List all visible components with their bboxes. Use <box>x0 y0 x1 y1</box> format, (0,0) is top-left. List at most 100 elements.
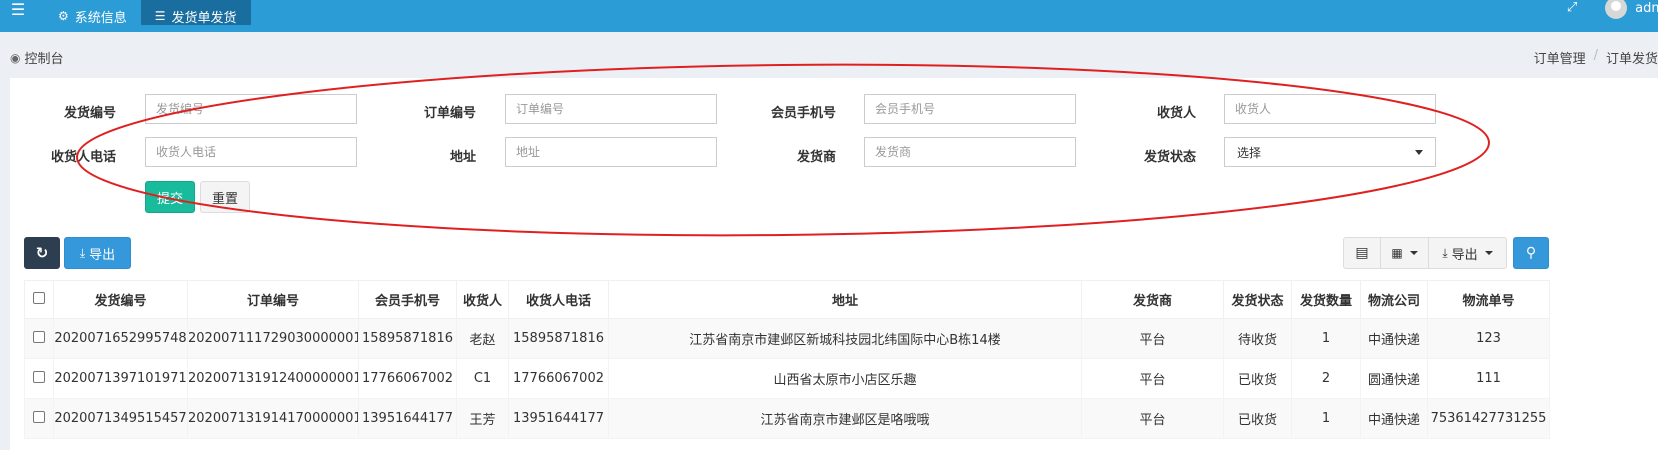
row-checkbox-cell <box>24 358 54 399</box>
chevron-down-icon <box>1484 251 1493 255</box>
navbar-right: ⤢ adm <box>1557 0 1658 32</box>
row-checkbox[interactable] <box>33 410 45 423</box>
chevron-down-icon <box>1415 149 1423 155</box>
column-header[interactable]: 物流单号 <box>1427 280 1550 319</box>
export-label: 导出 <box>89 247 116 263</box>
table-cell: 2020071397101971 <box>53 358 188 399</box>
table-cell: 202007131912400000001 <box>187 358 359 399</box>
table-cell: 老赵 <box>456 318 509 359</box>
table-cell: 待收货 <box>1223 318 1292 359</box>
gears-icon: ⚙ <box>58 9 69 23</box>
shipping-status-value: 选择 <box>1237 145 1262 160</box>
table-cell: 15895871816 <box>508 318 609 359</box>
table-cell: 中通快递 <box>1360 318 1428 359</box>
label-shipping-no: 发货编号 <box>63 106 116 121</box>
table-cell: C1 <box>456 358 509 399</box>
main-panel: 发货编号 订单编号 会员手机号 收货人 收货人电话 地址 发货商 发货状态 选择… <box>10 78 1658 450</box>
export-icon: ⤓ <box>1442 245 1448 260</box>
column-header[interactable]: 发货商 <box>1081 280 1224 319</box>
table-cell: 17766067002 <box>508 358 609 399</box>
toggle-view-button[interactable]: ▤ <box>1343 237 1381 269</box>
table-row[interactable]: 2020071349515457 202007131914170000001 1… <box>24 398 1550 439</box>
table-cell: 2020071349515457 <box>53 398 188 439</box>
refresh-button[interactable]: ↻ <box>24 237 60 269</box>
select-all-cell <box>24 280 54 319</box>
table-cell: 中通快递 <box>1360 398 1428 439</box>
tab-system-info[interactable]: ⚙ 系统信息 <box>44 0 141 26</box>
member-phone-input[interactable] <box>864 94 1076 124</box>
label-address: 地址 <box>449 150 476 165</box>
table-cell: 13951644177 <box>508 398 609 439</box>
menu-toggle-icon[interactable]: ☰ <box>0 0 36 25</box>
receiver-phone-input[interactable] <box>145 137 357 167</box>
table-cell: 2 <box>1291 358 1361 399</box>
address-input[interactable] <box>505 137 717 167</box>
tab-label: 发货单发货 <box>171 10 237 26</box>
label-receiver-phone: 收货人电话 <box>50 150 116 165</box>
shipping-no-input[interactable] <box>145 94 357 124</box>
table-cell: 13951644177 <box>358 398 457 439</box>
breadcrumb-item[interactable]: 订单管理 <box>1534 48 1586 67</box>
label-receiver: 收货人 <box>1156 106 1196 121</box>
label-order-no: 订单编号 <box>423 106 476 121</box>
table-cell: 2020071652995748 <box>53 318 188 359</box>
column-header[interactable]: 发货状态 <box>1223 280 1292 319</box>
top-navbar: ☰ ⚙ 系统信息 ☰ 发货单发货 ⤢ adm <box>0 0 1658 32</box>
search-button[interactable]: ⚲ <box>1513 237 1549 269</box>
export-dropdown-label: 导出 <box>1451 247 1478 263</box>
table-row[interactable]: 2020071397101971 202007131912400000001 1… <box>24 358 1550 399</box>
supplier-input[interactable] <box>864 137 1076 167</box>
avatar <box>1605 0 1628 19</box>
table-cell: 202007111729030000001 <box>187 318 359 359</box>
table-cell: 75361427731255 <box>1427 398 1550 439</box>
tab-shipping-dispatch[interactable]: ☰ 发货单发货 <box>140 0 251 26</box>
column-header[interactable]: 发货数量 <box>1291 280 1361 319</box>
breadcrumb-separator: / <box>1593 48 1598 63</box>
column-header[interactable]: 地址 <box>608 280 1082 319</box>
search-icon: ⚲ <box>1525 245 1537 261</box>
table-cell: 已收货 <box>1223 358 1292 399</box>
table-cell: 202007131914170000001 <box>187 398 359 439</box>
order-no-input[interactable] <box>505 94 717 124</box>
reset-button[interactable]: 重置 <box>200 181 250 213</box>
row-checkbox-cell <box>24 398 54 439</box>
breadcrumb-item: 订单发货 <box>1605 52 1658 67</box>
submit-button[interactable]: 提交 <box>145 181 195 213</box>
row-checkbox[interactable] <box>33 330 45 343</box>
column-header[interactable]: 订单编号 <box>187 280 359 319</box>
list-icon: ☰ <box>154 9 166 23</box>
table-cell: 山西省太原市小店区乐趣 <box>608 358 1082 399</box>
table-cell: 123 <box>1427 318 1550 359</box>
fullscreen-icon[interactable]: ⤢ <box>1557 0 1587 15</box>
tab-label: 系统信息 <box>74 10 127 26</box>
table-cell: 江苏省南京市建邺区新城科技园北纬国际中心B栋14楼 <box>608 318 1082 359</box>
table-cell: 圆通快递 <box>1360 358 1428 399</box>
label-shipping-status: 发货状态 <box>1143 150 1196 165</box>
shipping-table: 发货编号 订单编号 会员手机号 收货人 收货人电话 地址 发货商 发货状态 发货… <box>24 280 1550 439</box>
label-member-phone: 会员手机号 <box>770 106 836 121</box>
column-header[interactable]: 物流公司 <box>1360 280 1428 319</box>
column-header[interactable]: 发货编号 <box>53 280 188 319</box>
table-row[interactable]: 2020071652995748 202007111729030000001 1… <box>24 318 1550 359</box>
export-dropdown-button[interactable]: ⤓ 导出 <box>1428 237 1507 269</box>
select-all-checkbox[interactable] <box>33 291 45 304</box>
receiver-input[interactable] <box>1224 94 1436 124</box>
columns-grid-icon: ▦ <box>1391 246 1403 260</box>
chevron-down-icon <box>1409 251 1418 255</box>
user-menu[interactable]: adm <box>1605 0 1658 19</box>
column-header[interactable]: 会员手机号 <box>358 280 457 319</box>
content-header: ◉ 控制台 订单管理 / 订单发货 <box>0 32 1658 78</box>
table-cell: 1 <box>1291 398 1361 439</box>
column-header[interactable]: 收货人电话 <box>508 280 609 319</box>
table-cell: 1 <box>1291 318 1361 359</box>
card-view-icon: ▤ <box>1355 245 1369 261</box>
shipping-status-select[interactable]: 选择 <box>1224 137 1436 167</box>
row-checkbox[interactable] <box>33 370 45 383</box>
table-cell: 平台 <box>1081 358 1224 399</box>
columns-button[interactable]: ▦ <box>1380 237 1429 269</box>
column-header[interactable]: 收货人 <box>456 280 509 319</box>
row-checkbox-cell <box>24 318 54 359</box>
table-cell: 15895871816 <box>358 318 457 359</box>
table-cell: 111 <box>1427 358 1550 399</box>
export-button[interactable]: ⤓ 导出 <box>64 237 131 269</box>
